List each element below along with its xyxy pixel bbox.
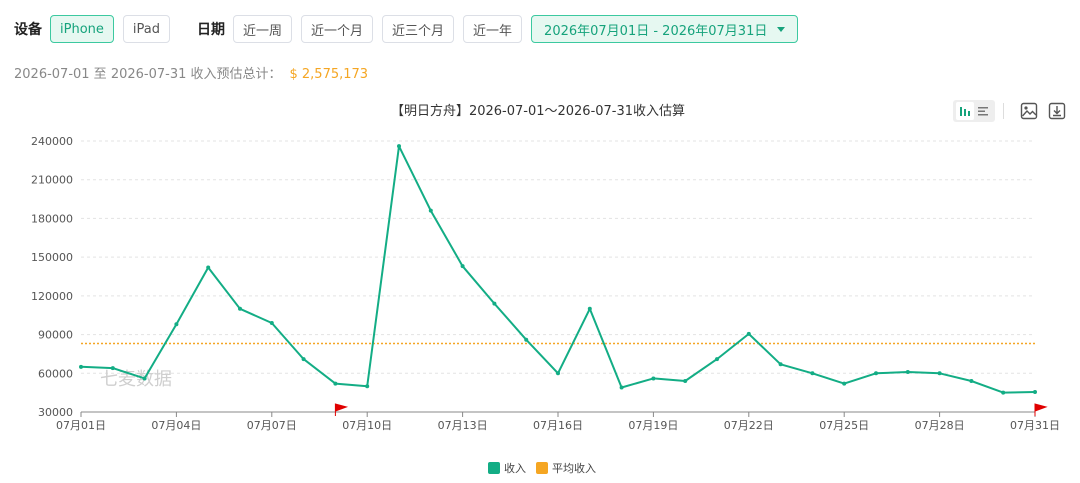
chart-title: 【明日方舟】2026-07-01～2026-07-31收入估算 bbox=[391, 103, 685, 119]
revenue-summary: 2026-07-01 至 2026-07-31 收入预估总计： $ 2,575,1… bbox=[14, 63, 368, 82]
x-tick-label: 07月10日 bbox=[342, 419, 392, 432]
range-week-button[interactable]: 近一周 bbox=[232, 15, 292, 43]
data-point[interactable] bbox=[301, 357, 306, 362]
date-range-text: 2026年07月01日 - 2026年07月31日 bbox=[544, 23, 768, 39]
x-tick-label: 07月25日 bbox=[819, 419, 869, 432]
data-point[interactable] bbox=[587, 306, 592, 311]
chart-legend: 收入 平均收入 bbox=[488, 461, 596, 475]
date-label: 日期 bbox=[196, 22, 225, 38]
y-axis: 30000 60000 90000 120000 150000 180000 210000 2… bbox=[31, 135, 73, 419]
x-tick-label: 07月31日 bbox=[1010, 419, 1060, 432]
chart-grid bbox=[81, 140, 1035, 374]
x-tick-label: 07月01日 bbox=[56, 419, 106, 432]
revenue-line-chart: 【明日方舟】2026-07-01～2026-07-31收入估算 30000 600… bbox=[31, 103, 1060, 475]
data-point[interactable] bbox=[1001, 390, 1006, 395]
x-tick-label: 07月22日 bbox=[724, 419, 774, 432]
range-3month-button[interactable]: 近三个月 bbox=[382, 15, 455, 43]
x-tick-label: 07月04日 bbox=[151, 419, 201, 432]
legend-swatch-revenue[interactable] bbox=[488, 462, 500, 474]
revenue-series bbox=[79, 144, 1037, 395]
y-tick-label: 240000 bbox=[31, 135, 73, 148]
y-tick-label: 30000 bbox=[38, 406, 73, 419]
watermark: 七麦数据 bbox=[100, 369, 172, 390]
flag-icon[interactable] bbox=[334, 403, 349, 416]
range-month-button[interactable]: 近一个月 bbox=[301, 15, 374, 43]
device-ipad-button[interactable]: iPad bbox=[122, 15, 170, 43]
data-point[interactable] bbox=[333, 381, 338, 386]
data-point[interactable] bbox=[110, 366, 115, 371]
x-axis: 07月01日 07月04日 07月07日 07月10日 07月13日 07月16日 07月1… bbox=[56, 411, 1060, 432]
data-point[interactable] bbox=[810, 371, 815, 376]
data-point[interactable] bbox=[874, 371, 878, 376]
data-point[interactable] bbox=[238, 306, 242, 311]
data-point[interactable] bbox=[79, 364, 83, 369]
y-tick-label: 120000 bbox=[31, 290, 73, 303]
data-point[interactable] bbox=[969, 379, 974, 384]
flag-icon[interactable] bbox=[1034, 403, 1048, 416]
x-tick-label: 07月13日 bbox=[438, 419, 488, 432]
data-point[interactable] bbox=[428, 208, 433, 213]
data-point[interactable] bbox=[1033, 389, 1037, 394]
data-point[interactable] bbox=[651, 376, 656, 381]
device-iphone-button[interactable]: iPhone bbox=[50, 15, 114, 43]
chevron-down-icon bbox=[777, 26, 786, 32]
summary-text: 2026-07-01 至 2026-07-31 收入预估总计： bbox=[14, 67, 282, 82]
data-point[interactable] bbox=[778, 362, 783, 367]
data-point[interactable] bbox=[269, 320, 274, 325]
device-label: 设备 bbox=[14, 22, 42, 38]
data-point[interactable] bbox=[142, 376, 147, 381]
x-tick-label: 07月07日 bbox=[247, 419, 297, 432]
data-point[interactable] bbox=[937, 371, 942, 376]
range-year-button[interactable]: 近一年 bbox=[463, 15, 523, 43]
data-point[interactable] bbox=[683, 379, 688, 384]
date-range-picker[interactable]: 2026年07月01日 - 2026年07月31日 bbox=[531, 15, 799, 43]
data-point[interactable] bbox=[174, 322, 179, 327]
y-tick-label: 180000 bbox=[31, 212, 73, 225]
data-point[interactable] bbox=[905, 369, 910, 374]
x-tick-label: 07月28日 bbox=[915, 419, 965, 432]
data-point[interactable] bbox=[524, 337, 529, 342]
filter-bar: 设备 iPhone iPad 日期 近一周 近一个月 近三个月 近一年 2026… bbox=[14, 14, 807, 44]
data-point[interactable] bbox=[842, 381, 847, 386]
legend-label-average[interactable]: 平均收入 bbox=[552, 461, 596, 475]
data-point[interactable] bbox=[206, 265, 211, 270]
data-point[interactable] bbox=[619, 385, 624, 390]
data-point[interactable] bbox=[397, 144, 401, 149]
summary-total: $ 2,575,173 bbox=[289, 67, 369, 82]
data-point[interactable] bbox=[746, 331, 751, 336]
data-point[interactable] bbox=[365, 384, 370, 389]
legend-label-revenue[interactable]: 收入 bbox=[504, 461, 526, 475]
x-tick-label: 07月16日 bbox=[533, 419, 583, 432]
data-point[interactable] bbox=[460, 264, 465, 269]
data-point[interactable] bbox=[715, 357, 719, 362]
legend-swatch-average[interactable] bbox=[536, 462, 548, 474]
y-tick-label: 150000 bbox=[31, 251, 73, 264]
y-tick-label: 90000 bbox=[38, 329, 73, 342]
data-point[interactable] bbox=[492, 301, 497, 306]
y-tick-label: 210000 bbox=[31, 174, 73, 187]
revenue-line bbox=[80, 145, 1036, 394]
x-tick-label: 07月19日 bbox=[628, 419, 678, 432]
data-point[interactable] bbox=[556, 371, 560, 376]
y-tick-label: 60000 bbox=[38, 367, 73, 380]
